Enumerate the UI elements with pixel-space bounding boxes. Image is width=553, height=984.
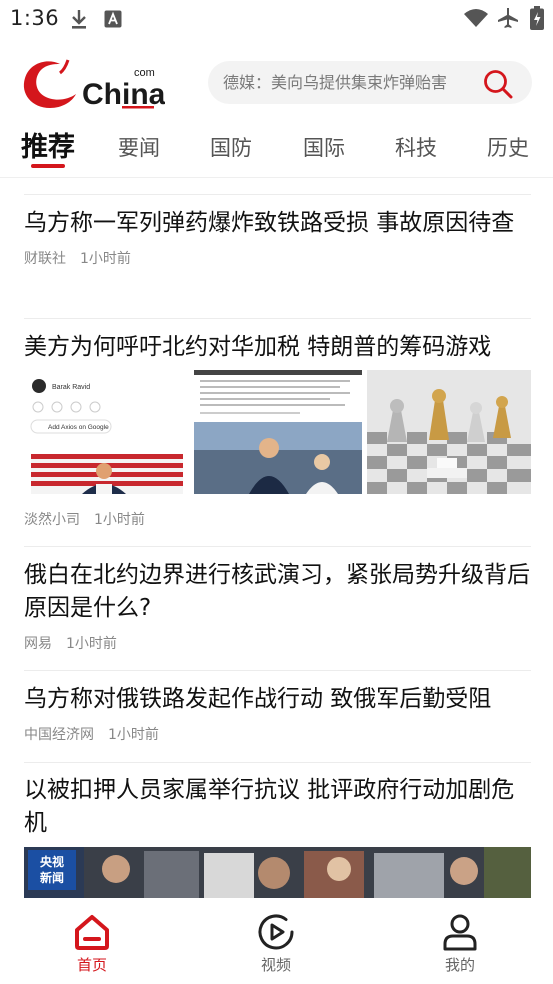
status-bar: 1:36 xyxy=(0,0,553,38)
news-thumbnails[interactable]: Barak Ravid Add Axios on Google xyxy=(24,370,531,494)
font-app-icon xyxy=(104,10,122,28)
nav-video-label: 视频 xyxy=(260,956,291,974)
news-source: 中国经济网 xyxy=(24,727,94,743)
search-placeholder: 德媒：美向乌提供集束炸弹贻害 xyxy=(223,73,448,92)
app-header: China com 德媒：美向乌提供集束炸弹贻害 xyxy=(0,48,553,120)
news-item[interactable]: 以被扣押人员家属举行抗议 批评政府行动加剧危机 xyxy=(24,774,531,840)
news-title[interactable]: 俄白在北约边界进行核武演习，紧张局势升级背后原因是什么? xyxy=(24,559,531,625)
divider xyxy=(24,670,531,671)
tab-technology[interactable]: 科技 xyxy=(395,124,437,172)
bottom-nav: 首页 视频 我的 xyxy=(0,898,553,984)
nav-home[interactable]: 首页 xyxy=(52,912,132,975)
tab-defense[interactable]: 国防 xyxy=(210,124,252,172)
news-source: 网易 xyxy=(24,636,52,652)
svg-text:Barak Ravid: Barak Ravid xyxy=(52,384,90,391)
news-meta: 中国经济网 1小时前 xyxy=(24,724,531,744)
search-bar[interactable]: 德媒：美向乌提供集束炸弹贻害 xyxy=(208,61,532,104)
news-feed[interactable]: 乌方称一军列弹药爆炸致铁路受损 事故原因待查 财联社 1小时前 美方为何呼吁北约对… xyxy=(0,178,553,898)
news-item[interactable]: 乌方称一军列弹药爆炸致铁路受损 事故原因待查 财联社 1小时前 xyxy=(24,207,531,268)
app-screen: 1:36 China com 德媒：美向乌提供集束炸弹贻害 推荐 要闻 国防 国… xyxy=(0,0,553,984)
tab-headlines[interactable]: 要闻 xyxy=(118,124,160,172)
profile-icon[interactable] xyxy=(440,912,480,952)
news-meta-row: 淡然小司 1小时前 xyxy=(24,509,531,529)
news-image[interactable]: 央视 新闻 xyxy=(24,847,531,898)
news-time: 1小时前 xyxy=(108,727,159,743)
nav-home-label: 首页 xyxy=(76,956,107,974)
nav-profile-label: 我的 xyxy=(444,956,475,974)
thumbnail-2[interactable] xyxy=(194,370,362,494)
news-time: 1小时前 xyxy=(66,636,117,652)
download-icon xyxy=(72,10,86,29)
battery-charging-icon xyxy=(530,6,544,30)
active-tab-indicator xyxy=(31,164,65,168)
news-time: 1小时前 xyxy=(80,251,131,267)
news-item[interactable]: 俄白在北约边界进行核武演习，紧张局势升级背后原因是什么? 网易 1小时前 xyxy=(24,559,531,653)
news-meta: 网易 1小时前 xyxy=(24,633,531,653)
divider xyxy=(24,546,531,547)
news-meta: 财联社 1小时前 xyxy=(24,248,531,268)
nav-video[interactable]: 视频 xyxy=(236,912,316,975)
nav-profile[interactable]: 我的 xyxy=(420,912,500,975)
tab-international[interactable]: 国际 xyxy=(303,124,345,172)
news-meta: 淡然小司 1小时前 xyxy=(24,509,531,529)
svg-text:央视: 央视 xyxy=(40,854,64,869)
search-icon[interactable] xyxy=(482,68,514,100)
status-time: 1:36 xyxy=(10,6,60,30)
tab-history[interactable]: 历史 xyxy=(487,124,529,172)
thumbnail-3[interactable] xyxy=(367,370,531,494)
svg-text:com: com xyxy=(134,67,155,79)
china-com-logo: China com xyxy=(23,59,165,111)
news-source: 淡然小司 xyxy=(24,512,80,528)
thumbnail-axios-image: Barak Ravid Add Axios on Google xyxy=(30,379,183,494)
news-time: 1小时前 xyxy=(94,512,145,528)
airplane-mode-icon xyxy=(498,8,518,28)
thumbnail-chess-image xyxy=(367,370,531,494)
thumbnail-news-photo xyxy=(194,370,362,494)
home-icon[interactable] xyxy=(72,912,112,952)
video-play-icon[interactable] xyxy=(256,912,296,952)
thumbnail-1[interactable]: Barak Ravid Add Axios on Google xyxy=(24,370,188,494)
svg-text:Add Axios on Google: Add Axios on Google xyxy=(48,424,109,431)
news-title[interactable]: 乌方称对俄铁路发起作战行动 致俄军后勤受阻 xyxy=(24,683,531,716)
news-title[interactable]: 乌方称一军列弹药爆炸致铁路受损 事故原因待查 xyxy=(24,207,531,240)
news-title[interactable]: 以被扣押人员家属举行抗议 批评政府行动加剧危机 xyxy=(24,774,531,840)
svg-text:新闻: 新闻 xyxy=(40,870,64,885)
divider xyxy=(24,194,531,195)
divider xyxy=(24,318,531,319)
news-title[interactable]: 美方为何呼吁北约对华加税 特朗普的筹码游戏 xyxy=(24,331,531,364)
divider xyxy=(24,762,531,763)
protest-photo: 央视 新闻 xyxy=(24,847,531,898)
category-tabs: 推荐 要闻 国防 国际 科技 历史 xyxy=(0,124,553,176)
news-source: 财联社 xyxy=(24,251,66,267)
news-item[interactable]: 乌方称对俄铁路发起作战行动 致俄军后勤受阻 中国经济网 1小时前 xyxy=(24,683,531,744)
wifi-icon xyxy=(464,9,488,27)
